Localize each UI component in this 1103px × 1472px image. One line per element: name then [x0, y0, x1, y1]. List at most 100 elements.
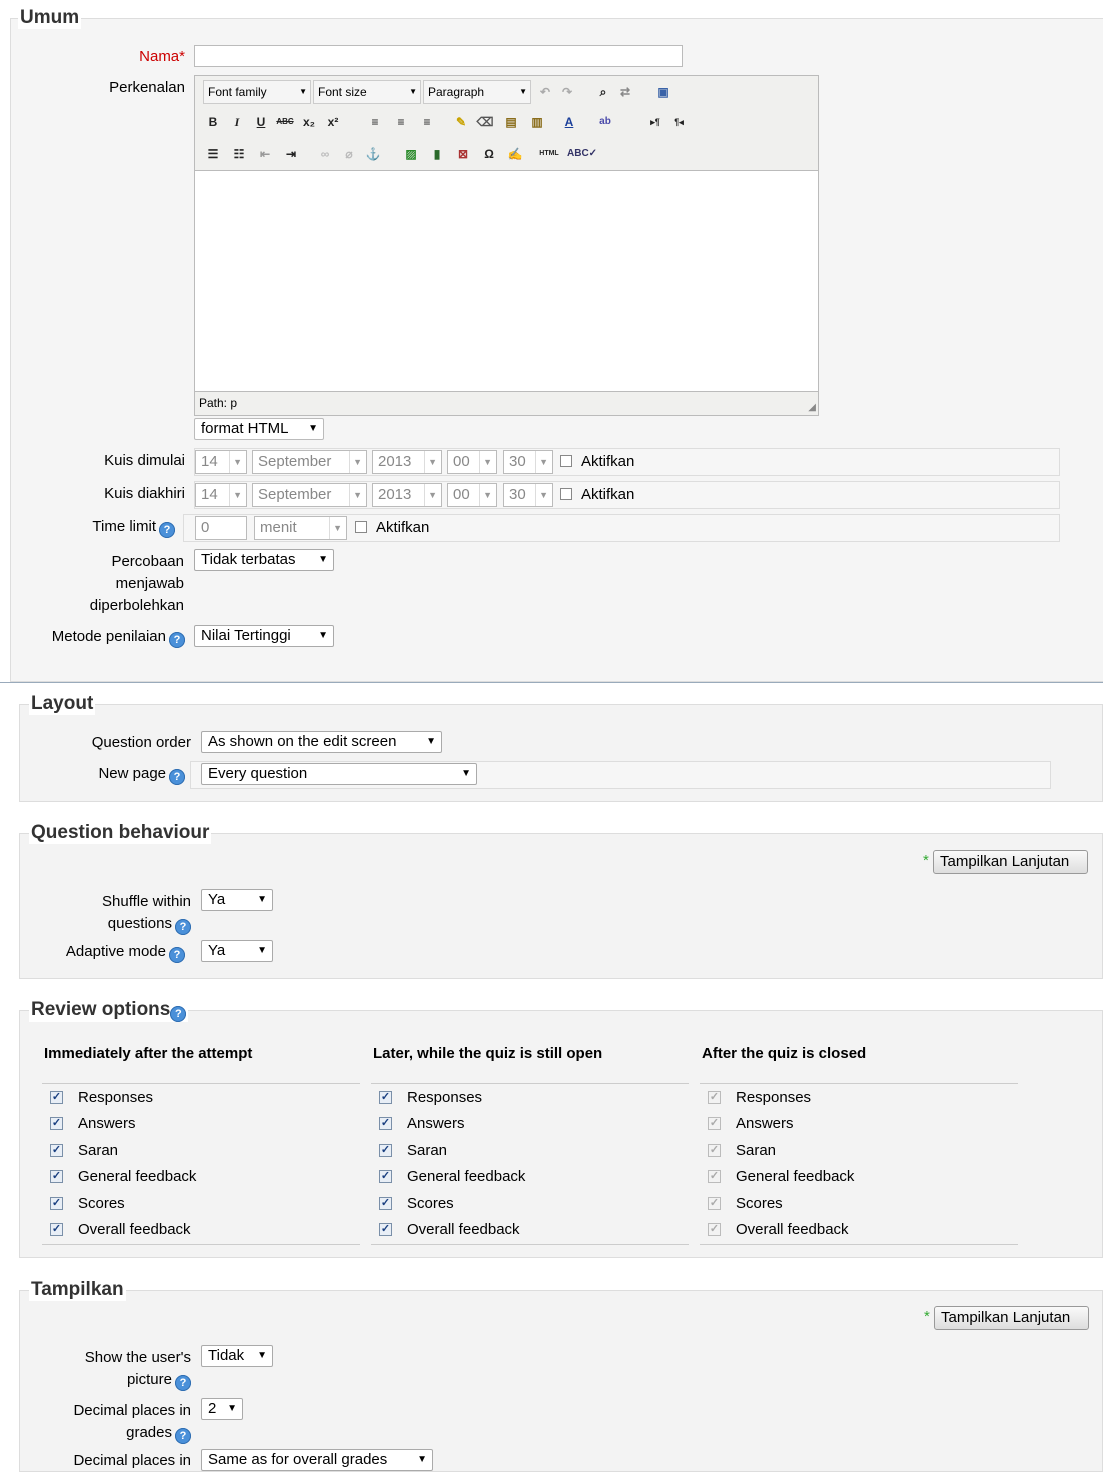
close-hour-select[interactable]: 00 ▼: [447, 483, 497, 507]
behaviour-show-advanced-button[interactable]: Tampilkan Lanjutan: [933, 850, 1088, 874]
paste-text-icon[interactable]: ▤: [501, 112, 521, 132]
review-checkbox[interactable]: ✓: [379, 1197, 392, 1210]
superscript-icon[interactable]: x²: [323, 112, 343, 132]
eraser-icon[interactable]: ⌫: [475, 112, 495, 132]
open-day-value: 14: [201, 453, 218, 470]
review-column-title: Later, while the quiz is still open: [373, 1045, 603, 1062]
open-month-select[interactable]: September ▼: [252, 450, 367, 474]
close-year-select[interactable]: 2013 ▼: [372, 483, 442, 507]
help-icon[interactable]: ?: [175, 919, 191, 935]
review-checkbox[interactable]: ✓: [50, 1223, 63, 1236]
user-picture-select[interactable]: Tidak ▼: [201, 1345, 273, 1367]
open-date-label: Kuis dimulai: [104, 452, 185, 469]
outdent-icon[interactable]: ⇤: [255, 144, 275, 164]
time-limit-input[interactable]: 0: [195, 516, 247, 540]
find-icon[interactable]: ⌕: [593, 82, 613, 102]
review-checkbox[interactable]: ✓: [379, 1223, 392, 1236]
font-family-select[interactable]: Font family ▼: [203, 80, 311, 104]
format-value: format HTML: [201, 420, 289, 437]
italic-icon[interactable]: I: [227, 112, 247, 132]
review-column-title: Immediately after the attempt: [44, 1045, 253, 1062]
numbered-list-icon[interactable]: ☷: [229, 144, 249, 164]
open-enable-checkbox[interactable]: [560, 455, 572, 467]
fullscreen-icon[interactable]: ▣: [653, 82, 673, 102]
display-show-advanced-button[interactable]: Tampilkan Lanjutan: [934, 1306, 1089, 1330]
font-size-select[interactable]: Font size ▼: [313, 80, 421, 104]
align-right-icon[interactable]: ≡: [417, 112, 437, 132]
format-select[interactable]: format HTML ▼: [194, 418, 324, 440]
link-icon[interactable]: ∞: [315, 144, 335, 164]
resize-handle-icon[interactable]: ◢: [808, 402, 816, 413]
paragraph-select[interactable]: Paragraph ▼: [423, 80, 531, 104]
question-order-select[interactable]: As shown on the edit screen ▼: [201, 731, 442, 753]
time-limit-enable-checkbox[interactable]: [355, 521, 367, 533]
close-minute-select[interactable]: 30 ▼: [503, 483, 553, 507]
grading-select[interactable]: Nilai Tertinggi ▼: [194, 625, 334, 647]
underline-icon[interactable]: U: [251, 112, 271, 132]
new-page-select[interactable]: Every question ▼: [201, 763, 477, 785]
close-minute-value: 30: [509, 486, 526, 503]
close-month-select[interactable]: September ▼: [252, 483, 367, 507]
unlink-icon[interactable]: ⌀: [339, 144, 359, 164]
strikethrough-icon[interactable]: ABC: [275, 112, 295, 132]
chevron-down-icon: ▼: [318, 630, 328, 641]
help-icon[interactable]: ?: [169, 632, 185, 648]
bold-icon[interactable]: B: [203, 112, 223, 132]
help-icon[interactable]: ?: [169, 947, 185, 963]
review-checkbox[interactable]: ✓: [50, 1091, 63, 1104]
special-char-icon[interactable]: Ω: [479, 144, 499, 164]
editor-content-area[interactable]: [195, 170, 818, 392]
spellcheck-icon[interactable]: ABC✓: [567, 144, 597, 164]
review-checkbox[interactable]: ✓: [50, 1144, 63, 1157]
highlight-color-icon[interactable]: ab: [595, 112, 615, 132]
decimal-questions-select[interactable]: Same as for overall grades ▼: [201, 1449, 433, 1471]
review-checkbox[interactable]: ✓: [50, 1170, 63, 1183]
replace-icon[interactable]: ⇄: [615, 82, 635, 102]
decimal-grades-select[interactable]: 2 ▼: [201, 1398, 243, 1420]
review-checkbox[interactable]: ✓: [379, 1091, 392, 1104]
close-day-select[interactable]: 14 ▼: [195, 483, 247, 507]
undo-icon[interactable]: ↶: [535, 82, 555, 102]
shuffle-select[interactable]: Ya ▼: [201, 889, 273, 911]
nolink-icon[interactable]: ⊠: [453, 144, 473, 164]
redo-icon[interactable]: ↷: [557, 82, 577, 102]
attempts-select[interactable]: Tidak terbatas ▼: [194, 549, 334, 571]
help-icon[interactable]: ?: [170, 1006, 187, 1022]
open-year-select[interactable]: 2013 ▼: [372, 450, 442, 474]
ltr-icon[interactable]: ▸¶: [645, 112, 665, 132]
name-input[interactable]: [194, 45, 683, 67]
align-center-icon[interactable]: ≡: [391, 112, 411, 132]
anchor-icon[interactable]: ⚓: [363, 144, 383, 164]
review-checkbox[interactable]: ✓: [50, 1197, 63, 1210]
indent-icon[interactable]: ⇥: [281, 144, 301, 164]
text-color-icon[interactable]: A: [559, 112, 579, 132]
adaptive-select[interactable]: Ya ▼: [201, 940, 273, 962]
open-month-value: September: [258, 453, 332, 470]
align-left-icon[interactable]: ≡: [365, 112, 385, 132]
media-icon[interactable]: ▮: [427, 144, 447, 164]
time-limit-unit-select[interactable]: menit ▼: [254, 516, 347, 540]
bullet-list-icon[interactable]: ☰: [203, 144, 223, 164]
attempts-label: Percobaan menjawab diperbolehkan: [20, 551, 184, 617]
cleanup-icon[interactable]: ✎: [451, 112, 471, 132]
help-icon[interactable]: ?: [175, 1375, 191, 1391]
rtl-icon[interactable]: ¶◂: [669, 112, 689, 132]
subscript-icon[interactable]: x₂: [299, 112, 319, 132]
help-icon[interactable]: ?: [175, 1428, 191, 1444]
help-icon[interactable]: ?: [159, 522, 175, 538]
help-icon[interactable]: ?: [169, 769, 185, 785]
chevron-down-icon: ▼: [479, 484, 492, 506]
review-checkbox[interactable]: ✓: [379, 1117, 392, 1130]
review-checkbox[interactable]: ✓: [379, 1170, 392, 1183]
html-icon[interactable]: HTML: [535, 144, 563, 164]
paste-word-icon[interactable]: ▥: [527, 112, 547, 132]
review-checkbox[interactable]: ✓: [379, 1144, 392, 1157]
edit-icon[interactable]: ✍: [505, 144, 525, 164]
open-day-select[interactable]: 14 ▼: [195, 450, 247, 474]
image-icon[interactable]: ▨: [401, 144, 421, 164]
review-legend-text: Review options: [31, 999, 171, 1020]
open-hour-select[interactable]: 00 ▼: [447, 450, 497, 474]
close-enable-checkbox[interactable]: [560, 488, 572, 500]
open-minute-select[interactable]: 30 ▼: [503, 450, 553, 474]
review-checkbox[interactable]: ✓: [50, 1117, 63, 1130]
